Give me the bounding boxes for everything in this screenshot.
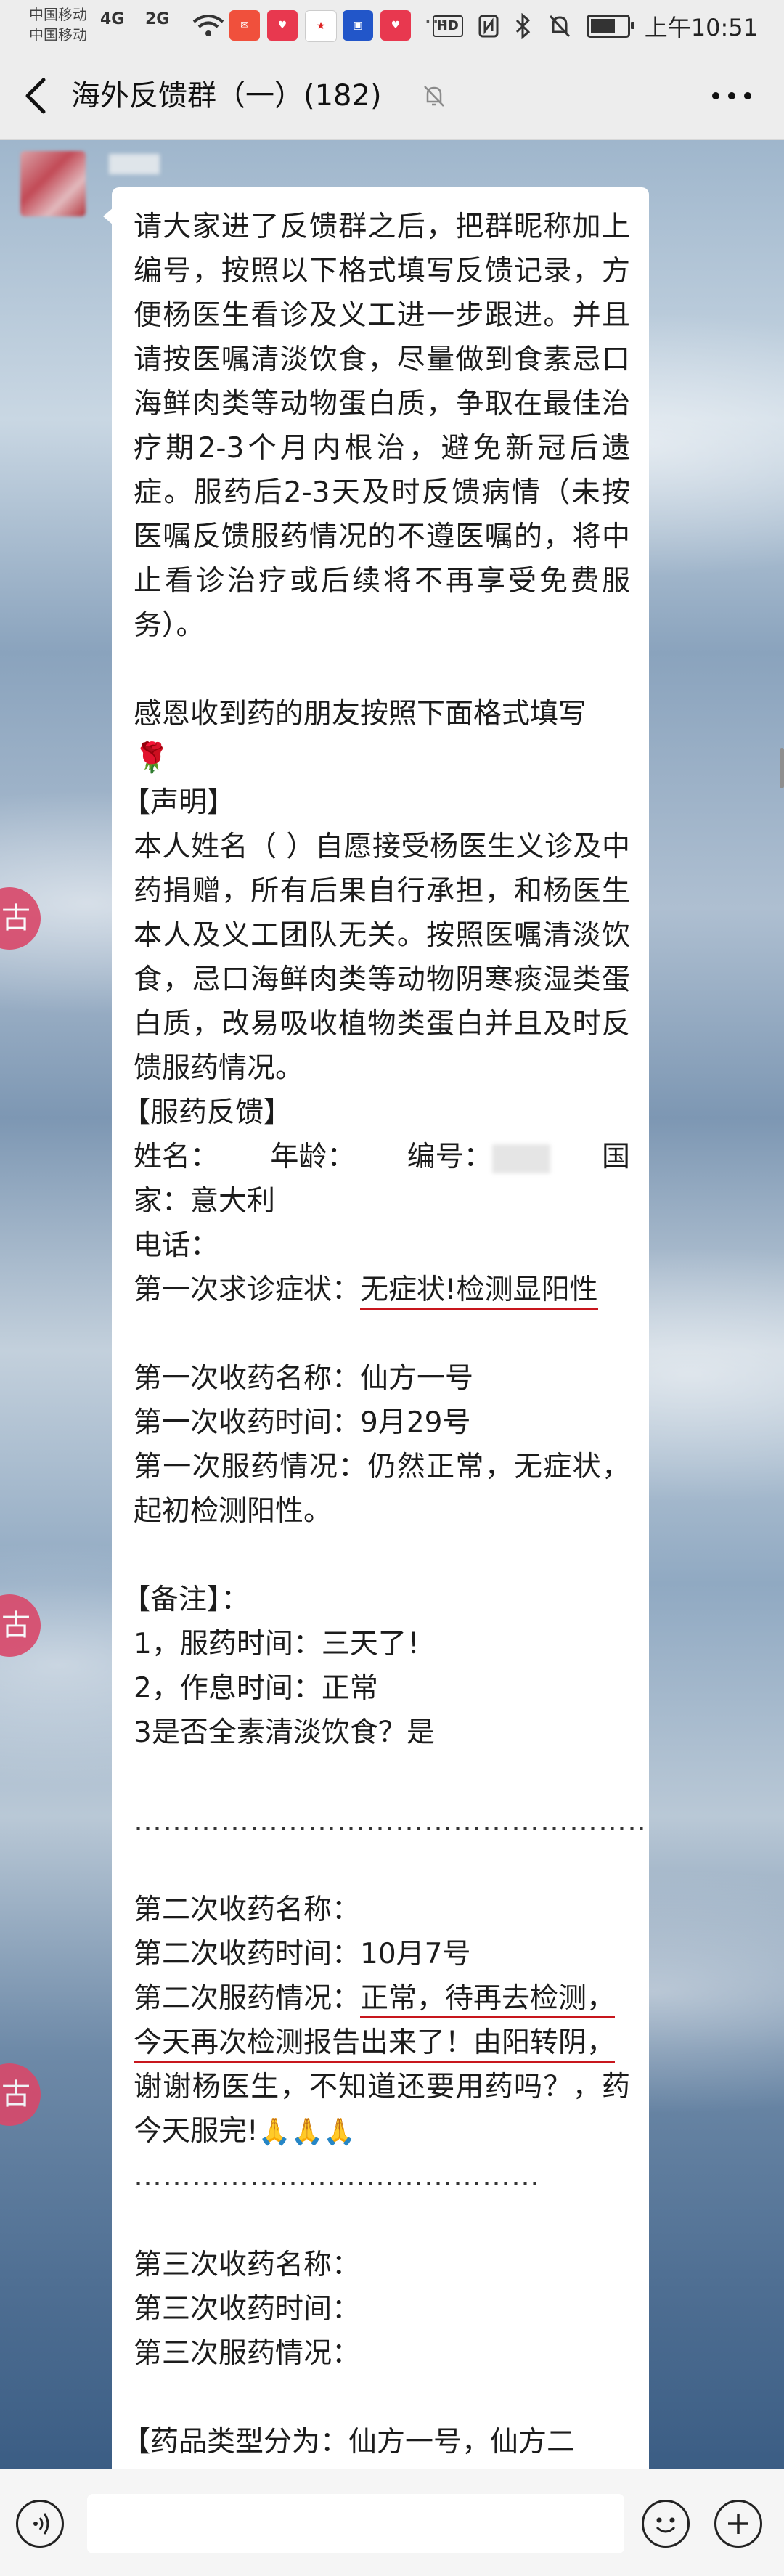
separator-line-2: …………………………………… — [134, 2160, 540, 2193]
sender-avatar[interactable] — [20, 151, 86, 216]
age-label: 年龄： — [270, 1141, 356, 1173]
country-label-start: 国 — [601, 1141, 630, 1173]
notification-app-icon-3: ★ — [305, 10, 337, 42]
declaration-heading: 【声明】 — [122, 786, 236, 819]
status-bar: 中国移动 中国移动 4G 2G ✉ ♥ ★ ▣ ♥ ··· HD 上午10:51 — [0, 0, 784, 52]
number-label: 编号： — [407, 1141, 492, 1173]
remark-3: 3是否全素清淡饮食？是 — [134, 1716, 435, 1749]
declaration-paragraph: 本人姓名（ ）自愿接受杨医生义诊及中药捐赠，所有后果自行承担，和杨医生本人及义工… — [134, 831, 630, 1085]
bluetooth-icon — [515, 13, 530, 39]
carrier-label-2: 中国移动 — [29, 26, 87, 44]
voice-wave-icon — [33, 2513, 49, 2535]
notification-app-icon-4: ▣ — [343, 10, 373, 41]
signal-2g-label: 2G — [145, 10, 170, 28]
first-status: 第一次服药情况：仍然正常，无症状，起初检测阳性。 — [134, 1451, 630, 1528]
back-arrow-icon[interactable] — [19, 76, 55, 116]
notification-app-icon-5: ♥ — [380, 10, 411, 41]
second-status-text: 谢谢杨医生，不知道还要用药吗？，药今天服完! — [134, 2071, 630, 2148]
pray-emoji-icon: 🙏🙏🙏 — [258, 2117, 356, 2147]
first-symptom-line: 第一次求诊症状：无症状!检测显阳性 — [134, 1268, 630, 1312]
message-bubble[interactable]: 请大家进了反馈群之后，把群昵称加上编号，按照以下格式填写反馈记录，方便杨医生看诊… — [112, 187, 649, 2482]
remark-1: 1，服药时间：三天了！ — [134, 1628, 435, 1660]
signal-4g-label: 4G — [100, 10, 125, 28]
second-status-label: 第二次服药情况： — [134, 1982, 361, 2015]
emoji-icon[interactable] — [642, 2500, 690, 2548]
nfc-icon — [478, 15, 499, 38]
blurred-number — [491, 1144, 550, 1173]
rose-emoji-icon: 🌹 — [134, 741, 170, 775]
thanks-line: 感恩收到药的朋友按照下面格式填写 🌹 — [134, 692, 630, 780]
first-med-time: 第一次收药时间：9月29号 — [134, 1406, 471, 1439]
first-symptom-value: 无症状!检测显阳性 — [360, 1273, 598, 1310]
remark-2: 2，作息时间：正常 — [134, 1672, 378, 1705]
smiley-face-icon — [656, 2517, 676, 2533]
feedback-heading: 【服药反馈】 — [122, 1096, 293, 1129]
battery-icon — [586, 15, 634, 38]
name-age-number-row: 姓名： 年龄： 编号： 国 — [134, 1135, 630, 1179]
first-symptom-label: 第一次求诊症状： — [134, 1273, 361, 1306]
message-input[interactable] — [87, 2494, 624, 2553]
notification-app-icon-1: ✉ — [229, 10, 260, 41]
sender-name-blurred — [109, 154, 160, 174]
chat-header: 海外反馈群（一）(182) — [0, 52, 784, 140]
plus-icon[interactable] — [714, 2500, 762, 2548]
number-label-group: 编号： — [407, 1135, 550, 1179]
country-line: 家：意大利 — [134, 1185, 276, 1218]
input-bar — [0, 2469, 784, 2576]
third-status: 第三次服药情况： — [134, 2337, 361, 2370]
second-status-underlined-2: 今天再次检测报告出来了！由阳转阴， — [134, 2026, 616, 2063]
remarks-heading: 【备注】： — [122, 1583, 250, 1616]
second-status-rest: 谢谢杨医生，不知道还要用药吗？，药今天服完!🙏🙏🙏 — [134, 2065, 630, 2154]
mute-status-icon — [549, 15, 570, 38]
mute-bell-icon — [424, 86, 444, 107]
name-label: 姓名： — [134, 1141, 219, 1173]
more-dots-icon[interactable] — [709, 84, 755, 107]
separator-line: ……………………………………………… — [134, 1805, 649, 1838]
hd-badge: HD — [432, 15, 463, 37]
second-status-underlined-1: 正常，待再去检测， — [360, 1982, 616, 2018]
carrier-label-1: 中国移动 — [29, 6, 87, 23]
third-med-time: 第三次收药时间： — [134, 2293, 361, 2326]
thanks-text: 感恩收到药的朋友按照下面格式填写 — [134, 698, 587, 730]
phone-label: 电话： — [134, 1229, 219, 1262]
second-status-line-2: 今天再次检测报告出来了！由阳转阴， — [134, 2021, 630, 2065]
second-med-time: 第二次收药时间：10月7号 — [134, 1938, 471, 1970]
message-text: 请大家进了反馈群之后，把群昵称加上编号，按照以下格式填写反馈记录，方便杨医生看诊… — [122, 205, 649, 2482]
second-med-name: 第二次收药名称： — [134, 1894, 361, 1926]
third-med-name: 第三次收药名称： — [134, 2249, 361, 2281]
chat-title[interactable]: 海外反馈群（一）(182) — [71, 52, 382, 139]
first-med-name: 第一次收药名称：仙方一号 — [134, 1362, 474, 1395]
notification-app-icon-2: ♥ — [267, 10, 298, 41]
plus-sign-icon — [728, 2514, 748, 2534]
wifi-icon — [192, 15, 224, 36]
second-status-line-1: 第二次服药情况：正常，待再去检测， — [134, 1976, 630, 2021]
voice-icon[interactable] — [16, 2500, 64, 2548]
intro-paragraph: 请大家进了反馈群之后，把群昵称加上编号，按照以下格式填写反馈记录，方便杨医生看诊… — [134, 211, 630, 642]
scrollbar-thumb[interactable] — [780, 748, 784, 788]
status-time: 上午10:51 — [644, 14, 758, 41]
